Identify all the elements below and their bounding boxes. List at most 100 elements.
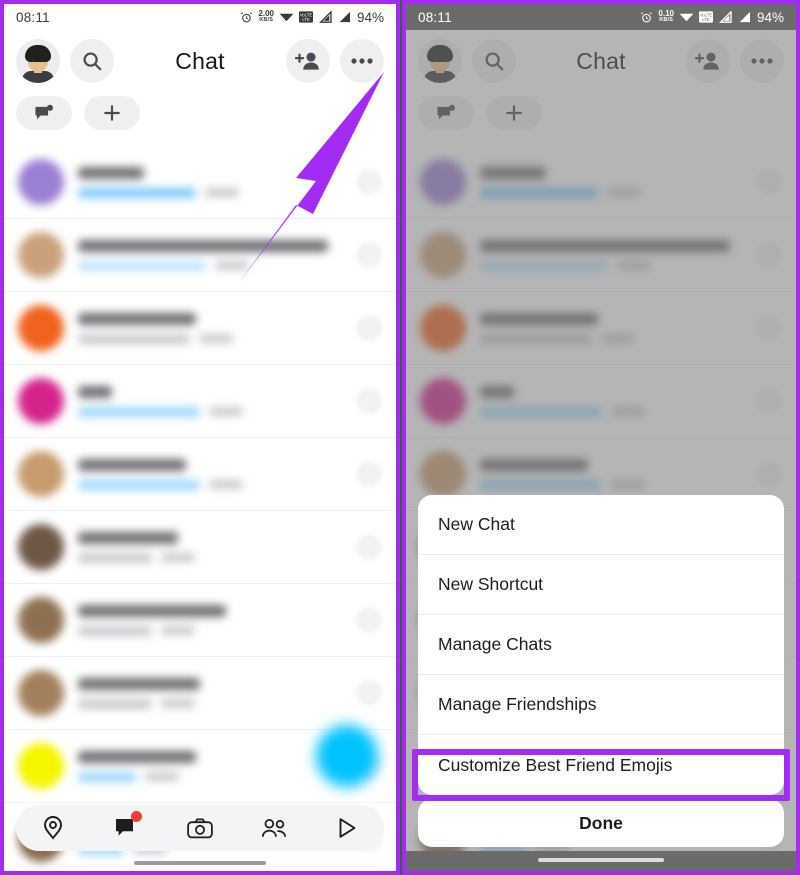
chat-status-indicator (356, 388, 382, 414)
left-screen: 08:11 2.00 KB/S VoLTE LTE 94% Chat (4, 4, 396, 871)
status-bar: 08:11 0.10 KB/S VoLTE LTE 94% (406, 4, 796, 30)
volte-icon: VoLTE LTE (698, 11, 713, 23)
action-sheet-item[interactable]: New Shortcut (418, 555, 784, 615)
chat-text-block (78, 239, 356, 271)
action-sheet-item[interactable]: New Chat (418, 495, 784, 555)
chat-unread-badge (131, 811, 143, 822)
chat-text-block (78, 677, 356, 709)
chat-list-item[interactable] (4, 584, 396, 657)
chat-avatar (18, 378, 64, 424)
chat-name-redacted (78, 312, 196, 325)
chat-avatar (18, 451, 64, 497)
chat-text-block (78, 604, 356, 636)
map-tab[interactable] (33, 811, 73, 845)
chat-text-block (78, 750, 356, 782)
signal-bar-icon (739, 11, 750, 23)
location-pin-icon (43, 816, 62, 840)
alarm-clock-icon (241, 11, 253, 22)
right-phone-panel: Chat (402, 0, 800, 875)
action-sheet-item[interactable]: Customize Best Friend Emojis (418, 735, 784, 795)
chat-name-redacted (78, 531, 178, 544)
chat-name-redacted (78, 166, 144, 179)
chat-name-redacted (78, 750, 196, 763)
status-time: 08:11 (418, 9, 452, 25)
chat-status-indicator (356, 242, 382, 268)
chat-name-redacted (78, 677, 200, 690)
page-title: Chat (175, 47, 225, 74)
bottom-navigation (16, 805, 384, 851)
action-sheet-item[interactable]: Manage Friendships (418, 675, 784, 735)
screenshot-stage: 08:11 2.00 KB/S VoLTE LTE 94% Chat 08:11… (0, 0, 800, 875)
network-speed: 0.10 KB/S (658, 10, 674, 24)
chat-list[interactable] (4, 146, 396, 862)
chat-subtitle-redacted (78, 260, 356, 271)
status-bar: 08:11 2.00 KB/S VoLTE LTE 94% (4, 4, 396, 30)
chat-name-redacted (78, 239, 328, 252)
wifi-icon (279, 13, 294, 21)
network-speed-unit: KB/S (659, 17, 674, 24)
chat-text-block (78, 312, 356, 344)
home-indicator (134, 861, 266, 865)
network-speed-unit: KB/S (259, 17, 274, 24)
battery-percent: 94% (356, 9, 384, 25)
plus-icon (104, 105, 120, 121)
search-icon (83, 52, 102, 71)
chat-status-indicator (356, 169, 382, 195)
quick-action-row (16, 96, 140, 130)
chat-tab[interactable] (106, 811, 146, 845)
chat-status-indicator (356, 607, 382, 633)
chat-list-item[interactable] (4, 511, 396, 584)
chat-header: Chat (4, 30, 396, 92)
stories-tab[interactable] (327, 811, 367, 845)
chat-avatar (18, 743, 64, 789)
chat-list-item[interactable] (4, 365, 396, 438)
chat-name-redacted (78, 458, 186, 471)
chat-avatar (18, 597, 64, 643)
chat-subtitle-redacted (78, 771, 356, 782)
options-action-sheet: New Chat New Shortcut Manage Chats Manage F… (418, 495, 784, 795)
friends-icon (261, 818, 286, 837)
chat-avatar (18, 232, 64, 278)
chat-subtitle-redacted (78, 479, 356, 490)
chat-subtitle-redacted (78, 625, 356, 636)
alarm-clock-icon (641, 11, 653, 22)
chat-subtitle-redacted (78, 406, 356, 417)
chat-list-item[interactable] (4, 438, 396, 511)
chat-status-indicator (356, 534, 382, 560)
more-options-icon (351, 58, 373, 64)
add-friend-button[interactable] (286, 39, 330, 83)
chat-list-item[interactable] (4, 146, 396, 219)
chat-text-block (78, 531, 356, 563)
profile-avatar[interactable] (16, 39, 60, 83)
home-indicator (538, 858, 664, 862)
new-group-chat-button[interactable] (16, 96, 72, 130)
system-navigation-bar (406, 851, 796, 871)
status-indicators: 2.00 KB/S VoLTE LTE 94% (240, 10, 384, 25)
friends-tab[interactable] (254, 811, 294, 845)
new-chat-fab[interactable] (316, 725, 378, 787)
camera-icon (187, 818, 213, 838)
action-sheet-item[interactable]: Manage Chats (418, 615, 784, 675)
header-actions (286, 39, 384, 83)
chat-avatar (18, 159, 64, 205)
camera-tab[interactable] (180, 811, 220, 845)
chat-avatar (18, 670, 64, 716)
chat-name-redacted (78, 385, 112, 398)
done-button[interactable]: Done (418, 799, 784, 847)
chat-avatar (18, 524, 64, 570)
new-item-button[interactable] (84, 96, 140, 130)
search-button[interactable] (70, 39, 114, 83)
wifi-icon (679, 13, 694, 21)
network-speed: 2.00 KB/S (258, 10, 274, 24)
right-screen: Chat (406, 4, 796, 871)
signal-bar-icon (319, 11, 332, 23)
more-options-button[interactable] (340, 39, 384, 83)
chat-list-item[interactable] (4, 657, 396, 730)
signal-bar-icon (719, 11, 732, 23)
svg-text:LTE: LTE (302, 17, 310, 22)
chat-status-indicator (356, 315, 382, 341)
chat-list-item[interactable] (4, 292, 396, 365)
chat-text-block (78, 166, 356, 198)
chat-text-block (78, 458, 356, 490)
chat-list-item[interactable] (4, 219, 396, 292)
